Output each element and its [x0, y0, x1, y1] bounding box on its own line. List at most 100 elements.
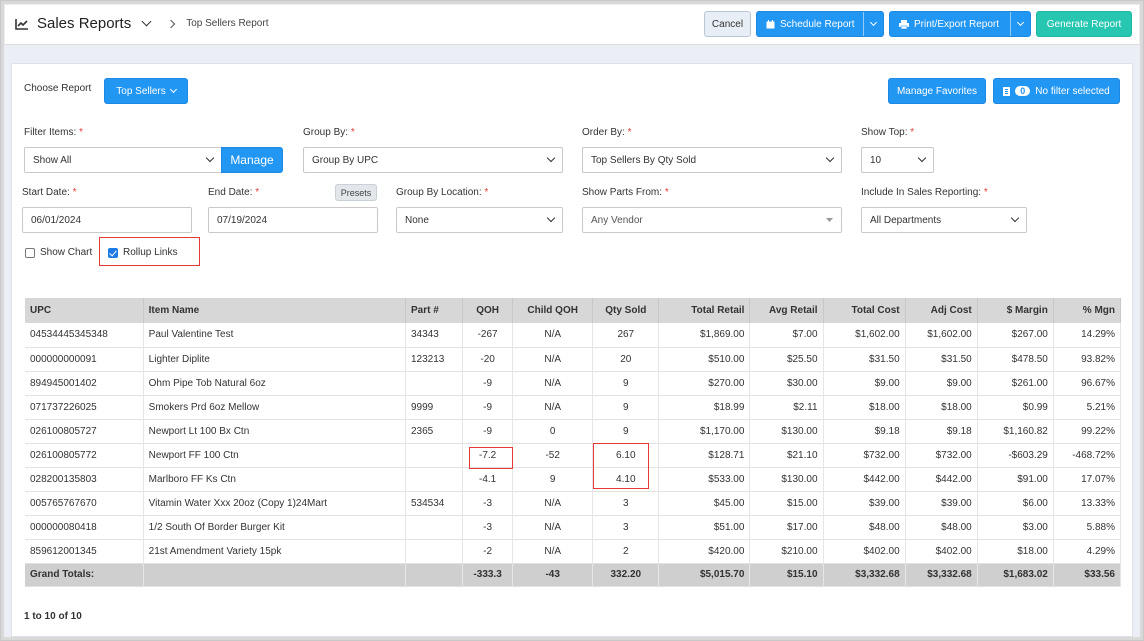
chevron-down-icon [205, 153, 215, 163]
cell-adj-cost: $402.00 [905, 539, 978, 564]
group-location-select[interactable]: None [396, 207, 563, 233]
presets-button[interactable]: Presets [335, 184, 377, 201]
cell-total-cost: $442.00 [823, 467, 906, 492]
schedule-report-button[interactable]: Schedule Report [756, 11, 884, 37]
print-icon [899, 19, 909, 29]
order-by-label: Order By: * [582, 127, 632, 138]
cell-child-qoh: N/A [512, 515, 594, 540]
manage-favorites-button[interactable]: Manage Favorites [888, 78, 986, 104]
column-header-avg-retail[interactable]: Avg Retail [749, 298, 824, 323]
filter-items-select[interactable]: Show All [24, 147, 222, 173]
table-row[interactable]: 894945001402 Ohm Pipe Tob Natural 6oz -9 N/… [25, 371, 1122, 396]
table-row[interactable]: 071737226025 Smokers Prd 6oz Mellow 9999 -9… [25, 395, 1122, 420]
cell-total-retail: $128.71 [658, 443, 751, 468]
parts-from-select[interactable]: Any Vendor [582, 207, 842, 233]
cell-upc: 005765767670 [25, 491, 144, 516]
cell-total-cost: $9.18 [823, 419, 906, 444]
checkbox-unchecked-icon[interactable] [25, 247, 35, 258]
table-row[interactable]: 005765767670 Vitamin Water Xxx 20oz (Copy… [25, 491, 1122, 516]
chevron-down-icon [169, 85, 177, 94]
table-row[interactable]: 000000080418 1/2 South Of Border Burger K… [25, 515, 1122, 540]
filter-icon [1003, 86, 1011, 96]
filter-status-button[interactable]: 0 No filter selected [993, 78, 1120, 104]
cell-dollar-margin: $3.00 [977, 515, 1054, 540]
column-header-part-number[interactable]: Part # [405, 298, 464, 323]
cell-dollar-margin: $478.50 [977, 347, 1054, 372]
column-header-dollar-margin[interactable]: $ Margin [977, 298, 1054, 323]
table-row[interactable]: 000000000091 Lighter Diplite 123213 -20 N/A 2… [25, 347, 1122, 372]
group-by-select[interactable]: Group By UPC [303, 147, 563, 173]
column-header-pct-margin[interactable]: % Mgn [1053, 298, 1122, 323]
column-header-qoh[interactable]: QOH [462, 298, 514, 323]
cell-total-cost: $1,602.00 [823, 323, 906, 348]
show-top-value: 10 [870, 154, 882, 166]
schedule-label: Schedule Report [780, 18, 855, 30]
calendar-icon [766, 19, 775, 28]
cell-upc: 028200135803 [25, 467, 144, 492]
cancel-button[interactable]: Cancel [704, 11, 751, 37]
cell-qoh: -4.1 [462, 467, 514, 492]
cell-child-qoh: N/A [512, 395, 594, 420]
schedule-dropdown-toggle[interactable] [863, 12, 883, 36]
column-header-total-cost[interactable]: Total Cost [823, 298, 906, 323]
table-row[interactable]: 028200135803 Marlboro FF Ks Ctn -4.1 9 4.10 $… [25, 467, 1122, 492]
cell-part-number: 2365 [405, 419, 464, 444]
cell-upc: 071737226025 [25, 395, 144, 420]
filter-items-value: Show All [33, 154, 72, 166]
column-header-qty-sold[interactable]: Qty Sold [592, 298, 660, 323]
breadcrumb-current: Top Sellers Report [186, 18, 269, 29]
cell-avg-retail: $30.00 [749, 371, 824, 396]
choose-report-dropdown[interactable]: Top Sellers [104, 78, 188, 104]
include-select[interactable]: All Departments [861, 207, 1027, 233]
manage-button[interactable]: Manage [221, 147, 283, 173]
results-table: UPC Item Name Part # QOH Child QOH Qty Sold To… [25, 298, 1122, 587]
chevron-down-icon [1016, 18, 1025, 27]
cell-total-retail: $51.00 [658, 515, 751, 540]
end-date-input[interactable]: 07/19/2024 [208, 207, 378, 233]
print-dropdown-toggle[interactable] [1010, 12, 1030, 36]
show-chart-checkbox[interactable]: Show Chart [25, 247, 92, 258]
cell-pct-margin: 5.88% [1053, 515, 1122, 540]
print-export-button[interactable]: Print/Export Report [889, 11, 1031, 37]
start-date-input[interactable]: 06/01/2024 [22, 207, 192, 233]
table-row[interactable]: 859612001345 21st Amendment Variety 15pk -… [25, 539, 1122, 564]
total-total-retail: $5,015.70 [658, 563, 751, 587]
chevron-down-icon[interactable] [141, 16, 152, 27]
column-header-adj-cost[interactable]: Adj Cost [905, 298, 978, 323]
breadcrumb: Sales Reports Top Sellers Report [15, 15, 268, 32]
column-header-upc[interactable]: UPC [25, 298, 144, 323]
cell-part-number: 534534 [405, 491, 464, 516]
order-by-select[interactable]: Top Sellers By Qty Sold [582, 147, 842, 173]
end-date-label: End Date: * [208, 187, 260, 198]
table-row[interactable]: 026100805727 Newport Lt 100 Bx Ctn 2365 -9 0… [25, 419, 1122, 444]
cell-total-cost: $732.00 [823, 443, 906, 468]
column-header-total-retail[interactable]: Total Retail [658, 298, 751, 323]
cell-adj-cost: $732.00 [905, 443, 978, 468]
cell-adj-cost: $9.00 [905, 371, 978, 396]
chevron-down-icon [1010, 213, 1020, 223]
total-dollar-margin: $1,683.02 [977, 563, 1054, 587]
table-row[interactable]: 026100805772 Newport FF 100 Ctn -7.2 -52 6.1… [25, 443, 1122, 468]
cell-total-cost: $48.00 [823, 515, 906, 540]
cell-avg-retail: $2.11 [749, 395, 824, 420]
caret-down-icon [826, 217, 833, 222]
cell-avg-retail: $130.00 [749, 467, 824, 492]
show-top-select[interactable]: 10 [861, 147, 934, 173]
cell-adj-cost: $39.00 [905, 491, 978, 516]
cell-upc: 026100805772 [25, 443, 144, 468]
manage-label: Manage [230, 153, 274, 167]
cell-qty-sold: 2 [592, 539, 660, 564]
cell-item-name: Lighter Diplite [143, 347, 407, 372]
chevron-down-icon [825, 153, 835, 163]
choose-report-value: Top Sellers [116, 85, 166, 97]
cell-part-number: 9999 [405, 395, 464, 420]
top-bar: Sales Reports Top Sellers Report Cancel … [5, 5, 1139, 45]
cell-dollar-margin: $18.00 [977, 539, 1054, 564]
parts-from-value: Any Vendor [591, 214, 643, 226]
presets-label: Presets [340, 187, 372, 198]
column-header-item-name[interactable]: Item Name [143, 298, 407, 323]
column-header-child-qoh[interactable]: Child QOH [512, 298, 594, 323]
cell-part-number [405, 371, 464, 396]
generate-report-button[interactable]: Generate Report [1036, 11, 1132, 37]
table-row[interactable]: 04534445345348 Paul Valentine Test 34343 -2… [25, 323, 1122, 348]
